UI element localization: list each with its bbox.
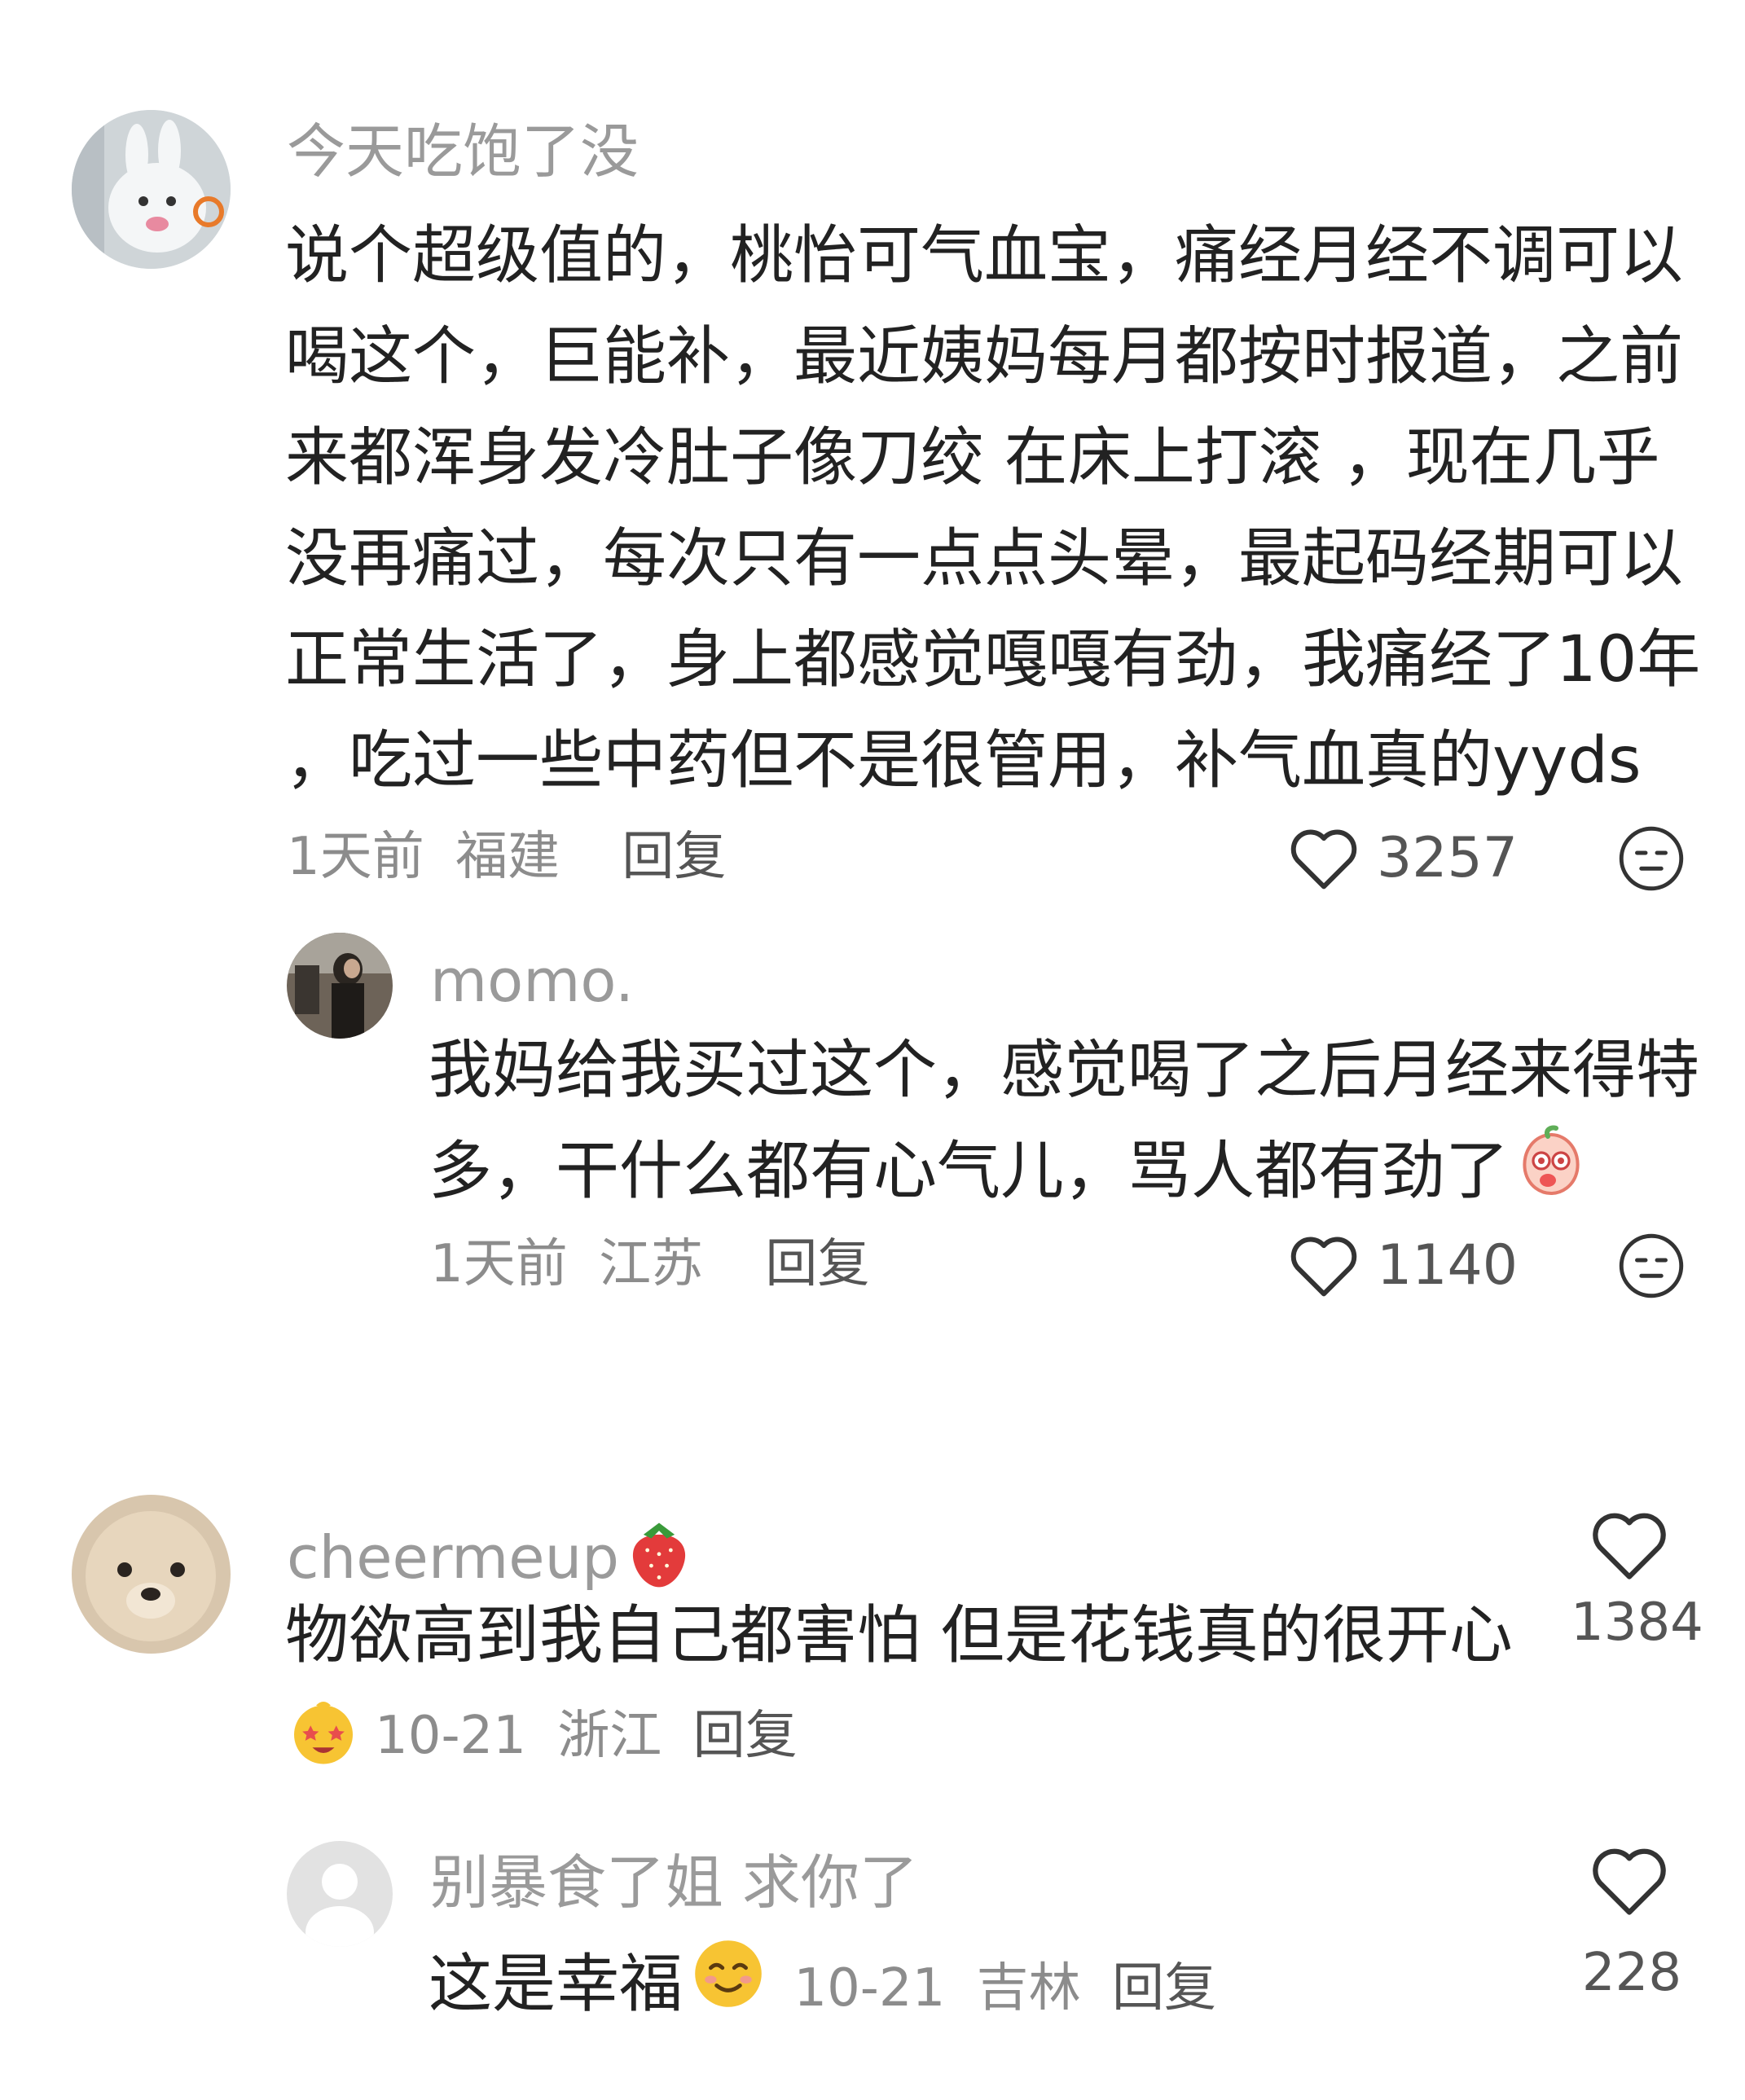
- comment-location: 浙江: [557, 1706, 662, 1766]
- comment-text-line: 没再痛过，每次只有一点点头晕，最起码经期可以: [285, 522, 1684, 595]
- reply-location: 江苏: [599, 1234, 704, 1294]
- reply-body: 我妈给我买过这个，感觉喝了之后月经来得特 多，干什么都有心气儿，骂人都有劲了: [429, 1020, 1699, 1229]
- smiling-face-emoji-icon: [689, 1935, 767, 2042]
- heart-outline-icon[interactable]: [1589, 1507, 1670, 1582]
- like-count: 228: [1581, 1943, 1682, 2003]
- reply-username[interactable]: 别暴食了姐 求你了: [430, 1853, 918, 1912]
- reply-username[interactable]: momo.: [430, 951, 634, 1010]
- comment-meta: 1天前 福建 回复: [287, 831, 726, 883]
- like-count: 1384: [1571, 1593, 1703, 1653]
- reply-button[interactable]: 回复: [693, 1706, 798, 1766]
- reply-time: 10-21: [793, 1958, 946, 2019]
- reply-text-line-content: 多，干什么都有心气儿，骂人都有劲了: [429, 1135, 1510, 1208]
- comment-text-line: 来都浑身发冷肚子像刀绞 在床上打滚 ，现在几乎: [285, 421, 1660, 494]
- comment-text-line: 说个超级值的，桃怡可气血宝，痛经月经不调可以: [285, 219, 1684, 292]
- comment-username[interactable]: 今天吃饱了没: [287, 122, 639, 181]
- comment-text: 物欲高到我自己都害怕 但是花钱真的很开心: [285, 1599, 1513, 1672]
- meh-face-icon[interactable]: [1617, 824, 1686, 893]
- peach-emoji-icon: [1512, 1122, 1590, 1229]
- star-eyes-emoji-icon: [287, 1694, 360, 1777]
- reply-text: 这是幸福: [429, 1948, 683, 2021]
- heart-outline-icon[interactable]: [1287, 1232, 1360, 1298]
- comment-username-text: cheermeup: [287, 1523, 619, 1592]
- avatar[interactable]: [287, 1841, 393, 1947]
- comment-body: 说个超级值的，桃怡可气血宝，痛经月经不调可以 喝这个，巨能补，最近姨妈每月都按时…: [285, 205, 1700, 811]
- reply-text-line: 多，干什么都有心气儿，骂人都有劲了: [429, 1121, 1699, 1229]
- comment-text-line: 喝这个，巨能补，最近姨妈每月都按时报道，之前: [285, 320, 1684, 393]
- comment-time: 1天前: [287, 827, 424, 887]
- like-count: 1140: [1377, 1233, 1519, 1298]
- reply-button[interactable]: 回复: [1112, 1958, 1216, 2019]
- reply-meta: 1天前 江苏 回复: [430, 1238, 869, 1290]
- reply-button[interactable]: 回复: [765, 1234, 869, 1294]
- avatar[interactable]: [72, 110, 231, 269]
- reply-time: 1天前: [430, 1234, 568, 1294]
- reply-button[interactable]: 回复: [622, 827, 726, 887]
- comment-meta: 10-21 浙江 回复: [287, 1694, 798, 1777]
- comment-text-line: 正常生活了，身上都感觉嘎嘎有劲，我痛经了10年: [285, 623, 1701, 696]
- avatar[interactable]: [287, 933, 393, 1039]
- meh-face-icon[interactable]: [1617, 1232, 1686, 1300]
- heart-outline-icon[interactable]: [1287, 824, 1360, 891]
- comment-text-line: ，吃过一些中药但不是很管用，补气血真的yyds: [285, 724, 1642, 797]
- comment-time: 10-21: [375, 1706, 526, 1766]
- reply-location: 吉林: [976, 1958, 1081, 2019]
- heart-outline-icon[interactable]: [1589, 1843, 1670, 1918]
- like-count: 3257: [1377, 826, 1519, 890]
- reply-text-line: 我妈给我买过这个，感觉喝了之后月经来得特: [429, 1034, 1700, 1107]
- reply-line: 这是幸福 10-21 吉林 回复: [429, 1934, 1216, 2042]
- comment-location: 福建: [455, 827, 560, 887]
- avatar[interactable]: [72, 1495, 231, 1654]
